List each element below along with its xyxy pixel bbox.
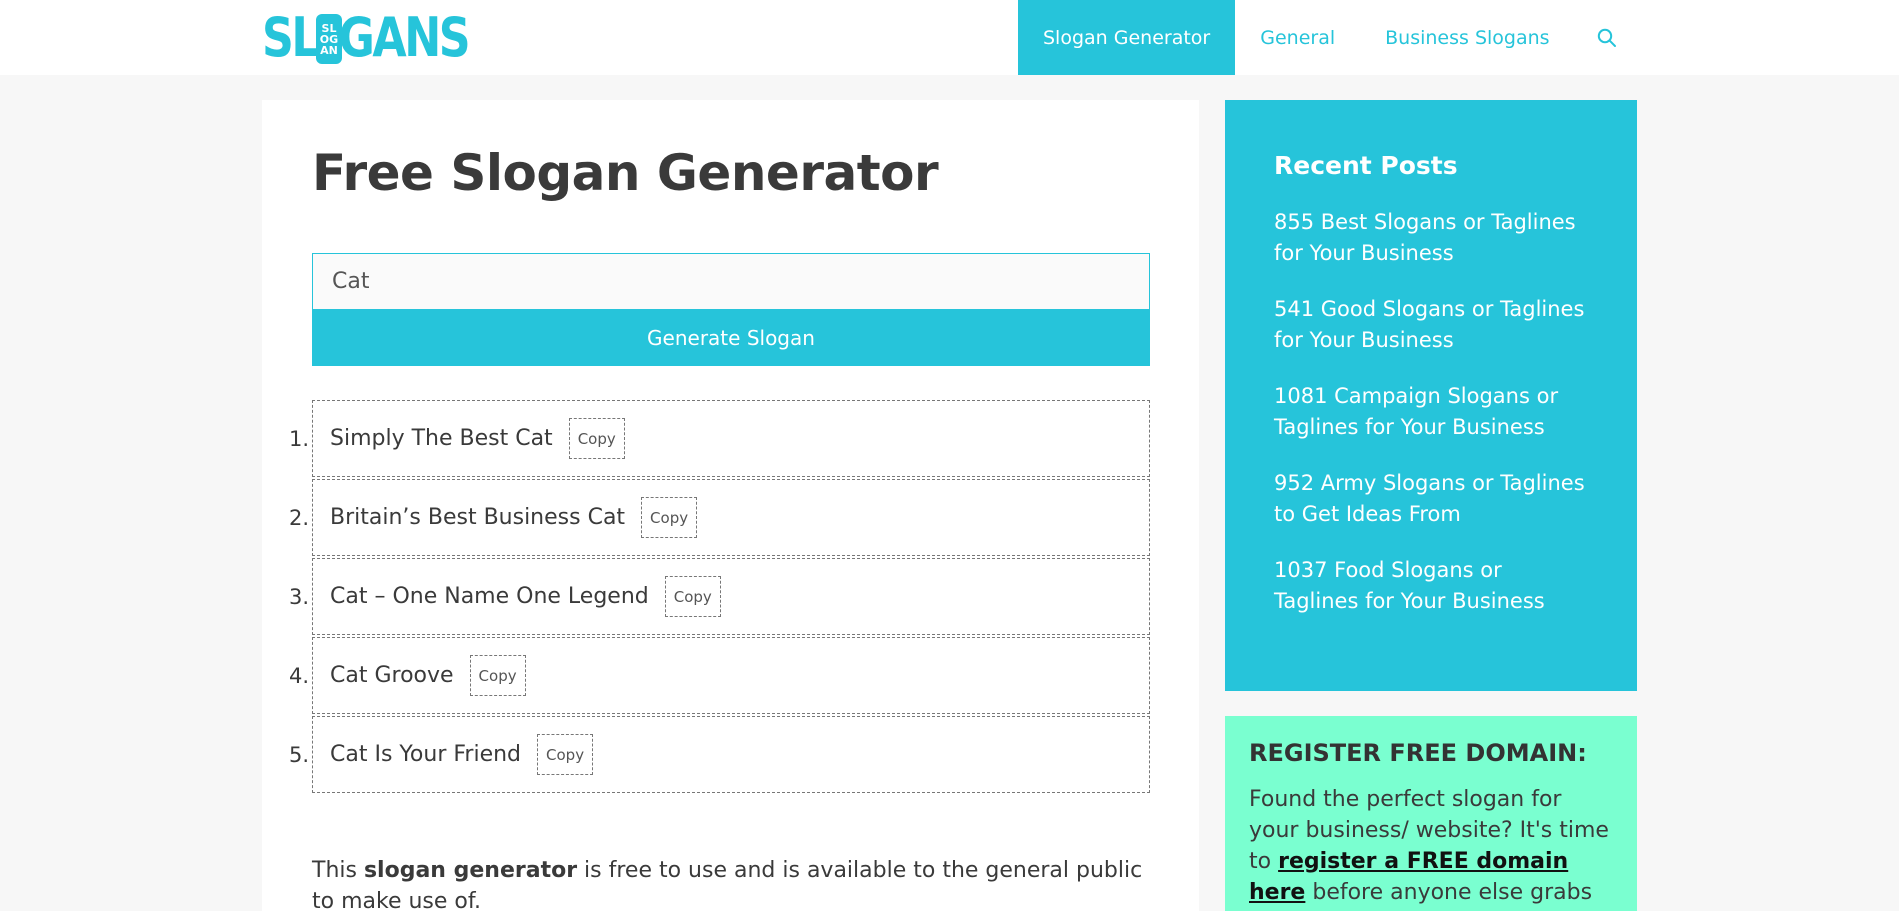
slogan-number: 1. (289, 426, 310, 451)
recent-post-link[interactable]: 855 Best Slogans or Taglines for Your Bu… (1274, 207, 1588, 269)
recent-post-link[interactable]: 952 Army Slogans or Taglines to Get Idea… (1274, 468, 1588, 530)
slogan-text: Cat Groove (330, 663, 454, 688)
generate-slogan-button[interactable]: Generate Slogan (312, 310, 1150, 366)
nav-item-general[interactable]: General (1235, 0, 1360, 75)
copy-button[interactable]: Copy (537, 734, 594, 775)
copy-button[interactable]: Copy (568, 418, 625, 459)
main-content: Free Slogan Generator Generate Slogan 1.… (262, 100, 1199, 911)
slogan-number: 2. (289, 505, 310, 530)
register-domain-title: REGISTER FREE DOMAIN: (1249, 739, 1587, 767)
search-button[interactable] (1575, 0, 1639, 75)
register-domain-widget: REGISTER FREE DOMAIN: Found the perfect … (1225, 716, 1637, 911)
slogan-text: Britain’s Best Business Cat (330, 505, 626, 530)
site-logo[interactable]: SL GANS SL OG AN (262, 10, 514, 66)
slogan-number: 3. (289, 584, 310, 609)
slogan-item: 5. Cat Is Your Friend Copy (289, 716, 1150, 793)
slogan-number: 5. (289, 742, 310, 767)
intro-text: This (312, 858, 364, 883)
copy-button[interactable]: Copy (641, 497, 698, 538)
logo-wordmark: SL GANS (262, 6, 471, 69)
slogan-item: 4. Cat Groove Copy (289, 637, 1150, 714)
recent-post-link[interactable]: 1081 Campaign Slogans or Taglines for Yo… (1274, 381, 1588, 443)
main-nav: Slogan Generator General Business Slogan… (1018, 0, 1639, 75)
nav-item-slogan-generator[interactable]: Slogan Generator (1018, 0, 1236, 75)
slogan-item: 2. Britain’s Best Business Cat Copy (289, 479, 1150, 556)
recent-post-link[interactable]: 541 Good Slogans or Taglines for Your Bu… (1274, 294, 1588, 356)
slogan-text: Cat – One Name One Legend (330, 584, 649, 609)
intro-bold-text: slogan generator (363, 858, 578, 883)
site-header: SL GANS SL OG AN Slogan Generator General… (0, 0, 1899, 75)
recent-posts-widget: Recent Posts 855 Best Slogans or Tagline… (1225, 100, 1637, 691)
page-title: Free Slogan Generator (312, 144, 939, 202)
slogan-number: 4. (289, 663, 310, 688)
copy-button[interactable]: Copy (469, 655, 526, 696)
search-icon (1597, 28, 1616, 47)
recent-post-link[interactable]: 1037 Food Slogans or Taglines for Your B… (1274, 555, 1588, 617)
slogan-text: Simply The Best Cat (330, 426, 553, 451)
logo-badge: SL OG AN (316, 14, 342, 64)
slogan-list: 1. Simply The Best Cat Copy 2. Britain’s… (289, 400, 1150, 795)
intro-paragraph: This slogan generator is free to use and… (312, 855, 1150, 911)
copy-button[interactable]: Copy (664, 576, 721, 617)
slogan-item: 1. Simply The Best Cat Copy (289, 400, 1150, 477)
register-domain-text: Found the perfect slogan for your busine… (1249, 784, 1613, 911)
slogan-item: 3. Cat – One Name One Legend Copy (289, 558, 1150, 635)
nav-item-business-slogans[interactable]: Business Slogans (1360, 0, 1574, 75)
recent-posts-title: Recent Posts (1274, 151, 1458, 180)
keyword-input[interactable] (312, 253, 1150, 310)
slogan-text: Cat Is Your Friend (330, 742, 522, 767)
